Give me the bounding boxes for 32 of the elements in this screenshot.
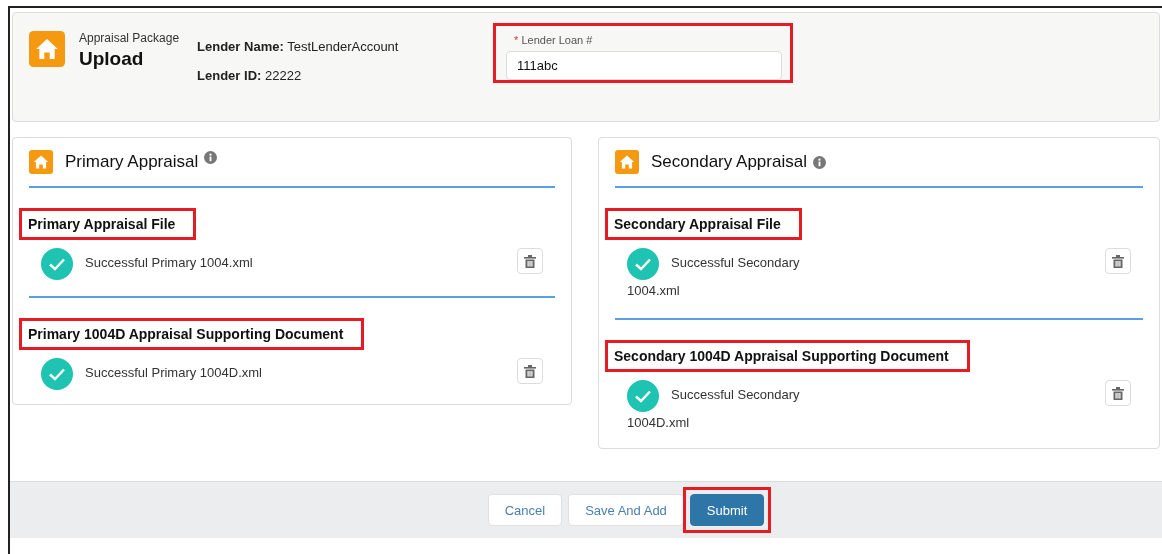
trash-icon	[1112, 386, 1124, 400]
file-name: Successful Primary 1004.xml	[85, 255, 253, 271]
card-title: Secondary Appraisal	[651, 152, 807, 172]
section-heading: Secondary 1004D Appraisal Supporting Document	[605, 340, 970, 372]
field-label: * Lender Loan #	[513, 34, 594, 46]
section-heading: Primary Appraisal File	[19, 208, 197, 240]
file-name: Successful Primary 1004D.xml	[85, 365, 262, 381]
file-name: Successful Secondary 1004D.xml	[627, 387, 800, 430]
section-heading: Primary 1004D Appraisal Supporting Document	[19, 318, 365, 350]
house-icon	[29, 150, 53, 174]
section-heading: Secondary Appraisal File	[605, 208, 802, 240]
delete-button[interactable]	[1105, 380, 1131, 406]
loan-number-field[interactable]: 111abc	[506, 51, 783, 80]
submit-button[interactable]: Submit	[689, 494, 765, 526]
info-icon	[812, 155, 826, 169]
delete-button[interactable]	[517, 358, 543, 384]
footer-button[interactable]: Save And Add	[568, 494, 684, 526]
house-icon	[29, 31, 65, 67]
trash-icon	[524, 254, 536, 268]
card-title: Primary Appraisal	[65, 152, 199, 172]
house-icon	[615, 150, 639, 174]
delete-button[interactable]	[517, 248, 543, 274]
page-subtitle: Appraisal Package	[79, 31, 180, 45]
trash-icon	[524, 364, 536, 378]
page-title: Upload	[79, 48, 145, 70]
info-icon	[204, 150, 218, 164]
delete-button[interactable]	[1105, 248, 1131, 274]
lender-info: Lender ID: 22222	[197, 68, 303, 83]
lender-info: Lender Name: TestLenderAccount	[197, 39, 400, 54]
file-name: Successful Secondary 1004.xml	[627, 255, 800, 298]
footer-button[interactable]: Cancel	[487, 494, 563, 526]
trash-icon	[1112, 254, 1124, 268]
